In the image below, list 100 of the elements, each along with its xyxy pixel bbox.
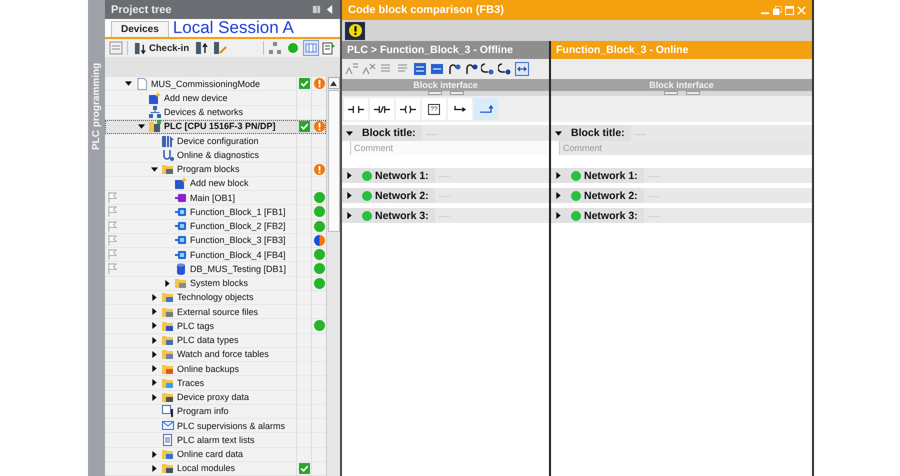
collapse-arrow-icon[interactable] [125,80,132,88]
tree-item-label: Add new device [164,92,228,103]
tree-row[interactable]: MUS_CommissioningMode [105,77,326,92]
difference-icon [314,234,324,246]
expand-arrow-icon[interactable] [151,294,158,301]
tree-row[interactable]: Main [OB1] [105,191,326,206]
status-dot [314,192,324,204]
instruction-button[interactable] [448,98,472,120]
tree-item-label: Watch and force tables [177,349,269,360]
splitter-handle[interactable] [428,91,442,95]
add-list-icon[interactable] [322,41,336,56]
collapse-arrow-icon[interactable] [151,166,158,173]
tree-row[interactable]: PLC tags [105,319,326,334]
tree-row[interactable]: Device configuration [105,134,326,148]
list-icon[interactable] [430,62,444,76]
tree-row[interactable]: Function_Block_4 [FB4] [105,248,326,262]
tree-row[interactable]: Online & diagnostics [105,148,326,162]
expand-arrow-icon[interactable] [151,336,158,344]
tree-row[interactable]: Function_Block_3 [FB3] [105,234,326,248]
expand-arrow-icon[interactable] [151,308,158,316]
warning-button[interactable] [345,22,365,40]
expand-arrow-icon[interactable] [151,379,158,386]
online-status-icon[interactable] [286,41,300,56]
collapse-arrow-icon[interactable] [555,130,562,136]
tree-row[interactable]: Program info [105,404,326,419]
tree-item-label: Local modules [177,463,236,474]
program-info-icon [162,405,174,418]
splitter-handle[interactable] [450,91,464,95]
folder-icon [162,448,174,460]
tree-row[interactable]: PLC supervisions & alarms [105,419,326,434]
panel-title: Project tree [111,4,173,16]
splitter-handle[interactable] [686,91,700,95]
expand-arrow-icon[interactable] [151,464,158,472]
network-label: Network 2: [584,190,639,202]
expand-arrow-icon[interactable] [346,212,353,219]
tree-row[interactable]: Watch and force tables [105,348,326,362]
view-icon[interactable] [304,41,318,56]
tree-row[interactable]: Online backups [105,362,326,376]
tree-row[interactable]: DB_MUS_Testing [DB1] [105,262,326,276]
expand-arrow-icon[interactable] [164,280,171,287]
jump-icon[interactable] [447,62,461,76]
collapse-arrow-icon[interactable] [138,122,145,130]
expand-arrow-icon[interactable] [151,394,158,401]
expand-arrow-icon[interactable] [555,172,562,179]
tree-item-label: Main [OB1] [190,192,236,203]
return-icon[interactable] [498,62,512,76]
database-icon [175,262,187,275]
instruction-button[interactable] [370,98,394,120]
collapse-panel-icon[interactable] [325,5,334,14]
folder-icon [175,277,187,290]
alarms-icon [162,420,174,432]
network-label: Network 1: [375,170,430,182]
warning-icon [314,164,324,175]
tree-row[interactable]: Program blocks [105,162,326,177]
tree-row[interactable]: PLC alarm text lists [105,433,326,448]
tree-row[interactable]: Online card data [105,448,326,462]
tree-row[interactable]: Add new block [105,176,326,191]
expand-arrow-icon[interactable] [151,322,158,330]
network-icon[interactable] [268,41,282,56]
warning-icon [314,120,324,132]
tree-item-label: Online backups [177,364,240,374]
instruction-button[interactable] [396,98,420,120]
expand-arrow-icon[interactable] [555,212,562,219]
scroll-up-icon[interactable] [330,80,337,86]
edit-icon[interactable] [213,41,228,56]
tree-row[interactable]: Add new device [105,91,326,106]
tree-row[interactable]: Technology objects [105,290,326,305]
expand-arrow-icon[interactable] [151,450,158,458]
list-icon[interactable] [413,62,427,76]
jump-icon[interactable] [464,62,478,76]
upload-icon[interactable] [195,41,210,56]
tree-row[interactable]: System blocks [105,276,326,291]
check-in-button[interactable]: Check-in [132,42,192,55]
expand-arrow-icon[interactable] [346,192,353,199]
splitter-handle[interactable] [664,91,678,95]
network-label: Network 3: [584,210,639,222]
tree-row[interactable]: Traces [105,376,326,390]
sync-scroll-icon[interactable] [515,62,529,76]
tree-row[interactable]: Local modules [105,462,326,476]
tab[interactable]: Devices [111,21,169,37]
expand-arrow-icon[interactable] [346,172,353,179]
tree-row[interactable]: Function_Block_2 [FB2] [105,220,326,234]
block-icon [175,206,187,218]
tree-item-label: Traces [177,378,204,388]
scrollbar[interactable] [326,77,340,476]
tree-row[interactable]: PLC data types [105,334,326,348]
tree-row[interactable]: Device proxy data [105,390,326,405]
tree-row[interactable]: External source files [105,305,326,320]
expand-arrow-icon[interactable] [151,350,158,358]
instruction-button[interactable] [344,98,368,120]
tree-row[interactable]: PLC [CPU 1516F-3 PN/DP] [105,120,326,134]
open-branch-icon [454,104,466,114]
expand-arrow-icon[interactable] [151,365,158,372]
diagnostics-icon [162,148,174,161]
expand-arrow-icon[interactable] [555,192,562,199]
tree-item-label: Online & diagnostics [177,150,260,160]
collapse-arrow-icon[interactable] [346,130,353,136]
tree-item-label: External source files [177,306,258,317]
tree-row[interactable]: Function_Block_1 [FB1] [105,205,326,220]
return-icon[interactable] [481,62,495,76]
